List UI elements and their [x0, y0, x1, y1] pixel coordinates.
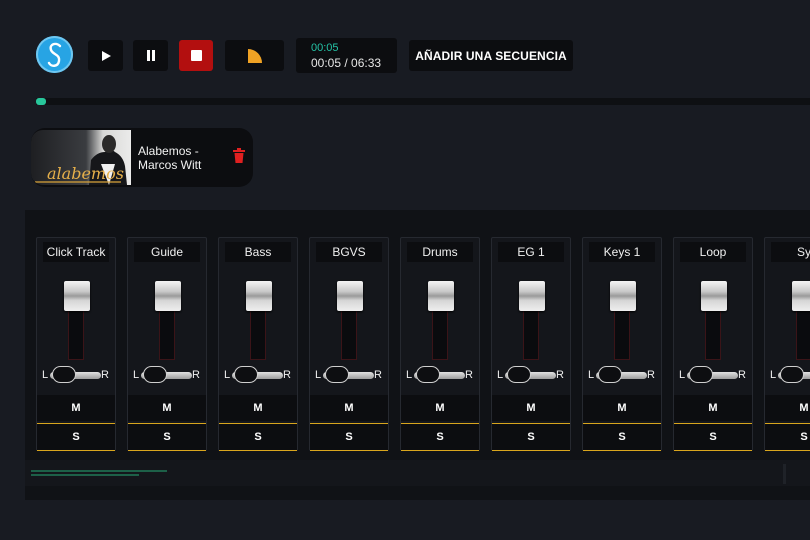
solo-button[interactable]: S [492, 423, 570, 451]
pan-slider-knob[interactable] [52, 366, 76, 383]
pan-slider-knob[interactable] [780, 366, 804, 383]
mute-button[interactable]: M [583, 395, 661, 421]
pan-right-label: R [101, 369, 109, 381]
channel-name: Click Track [43, 242, 109, 262]
mute-button[interactable]: M [765, 395, 810, 421]
solo-button[interactable]: S [219, 423, 297, 451]
album-cover: alabemos [31, 130, 131, 185]
song-card[interactable]: alabemos Alabemos - Marcos Witt [31, 128, 253, 187]
mute-button[interactable]: M [128, 395, 206, 421]
volume-fader-knob[interactable] [64, 281, 90, 311]
pan-left-label: L [406, 369, 413, 381]
channel-name: Guide [134, 242, 200, 262]
add-sequence-button[interactable]: AÑADIR UNA SECUENCIA [409, 40, 573, 71]
mixer-scrollbar[interactable] [25, 460, 810, 486]
mute-button[interactable]: M [674, 395, 752, 421]
pause-button[interactable] [133, 40, 168, 71]
pan-left-label: L [770, 369, 777, 381]
pan-right-label: R [647, 369, 655, 381]
mixer-channel: Click Track L R M S [36, 237, 116, 451]
pan-right-label: R [283, 369, 291, 381]
app-logo [36, 36, 73, 73]
mute-button[interactable]: M [37, 395, 115, 421]
scrollbar-thumb-secondary [31, 474, 139, 476]
pan-slider-knob[interactable] [689, 366, 713, 383]
song-title: Alabemos - Marcos Witt [138, 144, 202, 172]
volume-fader-knob[interactable] [155, 281, 181, 311]
pan-left-label: L [679, 369, 686, 381]
mute-button[interactable]: M [219, 395, 297, 421]
pan-slider-knob[interactable] [234, 366, 258, 383]
time-current: 00:05 [311, 42, 339, 54]
loop-button[interactable] [225, 40, 284, 71]
time-elapsed-total: 00:05 / 06:33 [311, 56, 382, 70]
song-progress-bar[interactable] [36, 98, 810, 105]
volume-fader-knob[interactable] [519, 281, 545, 311]
channel-name: Keys 1 [589, 242, 655, 262]
mixer-channel: Drums L R M S [400, 237, 480, 451]
pan-slider-knob[interactable] [507, 366, 531, 383]
channel-name: Bass [225, 242, 291, 262]
mixer-channel: EG 1 L R M S [491, 237, 571, 451]
scrollbar-thumb[interactable] [31, 470, 167, 472]
pan-slider-knob[interactable] [598, 366, 622, 383]
solo-button[interactable]: S [583, 423, 661, 451]
pan-slider-knob[interactable] [416, 366, 440, 383]
mixer-channel: Loop L R M S [673, 237, 753, 451]
channel-name: EG 1 [498, 242, 564, 262]
pan-left-label: L [588, 369, 595, 381]
mixer-channel: BGVS L R M S [309, 237, 389, 451]
pan-right-label: R [192, 369, 200, 381]
trash-icon[interactable] [232, 148, 246, 164]
mixer-channel: Guide L R M S [127, 237, 207, 451]
stop-button[interactable] [179, 40, 213, 71]
volume-fader-knob[interactable] [701, 281, 727, 311]
solo-button[interactable]: S [674, 423, 752, 451]
mixer-channel: Sy L R M S [764, 237, 810, 451]
s-logo-icon [47, 42, 61, 67]
channel-name: Sy [771, 242, 810, 262]
pan-right-label: R [738, 369, 746, 381]
play-icon [101, 50, 111, 61]
pan-right-label: R [465, 369, 473, 381]
solo-button[interactable]: S [401, 423, 479, 451]
pause-icon [146, 50, 155, 61]
play-button[interactable] [88, 40, 123, 71]
scrollbar-edge [783, 464, 786, 484]
album-cover-art: alabemos [35, 135, 127, 185]
volume-fader-knob[interactable] [246, 281, 272, 311]
volume-fader-knob[interactable] [337, 281, 363, 311]
quarter-circle-icon [247, 48, 262, 63]
pan-left-label: L [497, 369, 504, 381]
pan-slider-knob[interactable] [325, 366, 349, 383]
channel-name: Drums [407, 242, 473, 262]
pan-left-label: L [42, 369, 49, 381]
pan-left-label: L [315, 369, 322, 381]
mute-button[interactable]: M [310, 395, 388, 421]
mute-button[interactable]: M [492, 395, 570, 421]
song-progress-fill [36, 98, 46, 105]
solo-button[interactable]: S [765, 423, 810, 451]
pan-right-label: R [556, 369, 564, 381]
solo-button[interactable]: S [128, 423, 206, 451]
channel-name: Loop [680, 242, 746, 262]
volume-fader-knob[interactable] [610, 281, 636, 311]
solo-button[interactable]: S [37, 423, 115, 451]
volume-fader-knob[interactable] [428, 281, 454, 311]
mixer-channel: Keys 1 L R M S [582, 237, 662, 451]
stop-icon [190, 50, 202, 61]
channel-name: BGVS [316, 242, 382, 262]
mixer-panel: Sy L R M S Loop L R M S Keys 1 L R M S E… [25, 210, 810, 500]
pan-left-label: L [133, 369, 140, 381]
pan-right-label: R [374, 369, 382, 381]
mute-button[interactable]: M [401, 395, 479, 421]
album-cover-title: alabemos [47, 164, 124, 183]
pan-left-label: L [224, 369, 231, 381]
solo-button[interactable]: S [310, 423, 388, 451]
time-display: 00:05 00:05 / 06:33 [296, 38, 397, 73]
mixer-channel: Bass L R M S [218, 237, 298, 451]
pan-slider-knob[interactable] [143, 366, 167, 383]
volume-fader-knob[interactable] [792, 281, 810, 311]
